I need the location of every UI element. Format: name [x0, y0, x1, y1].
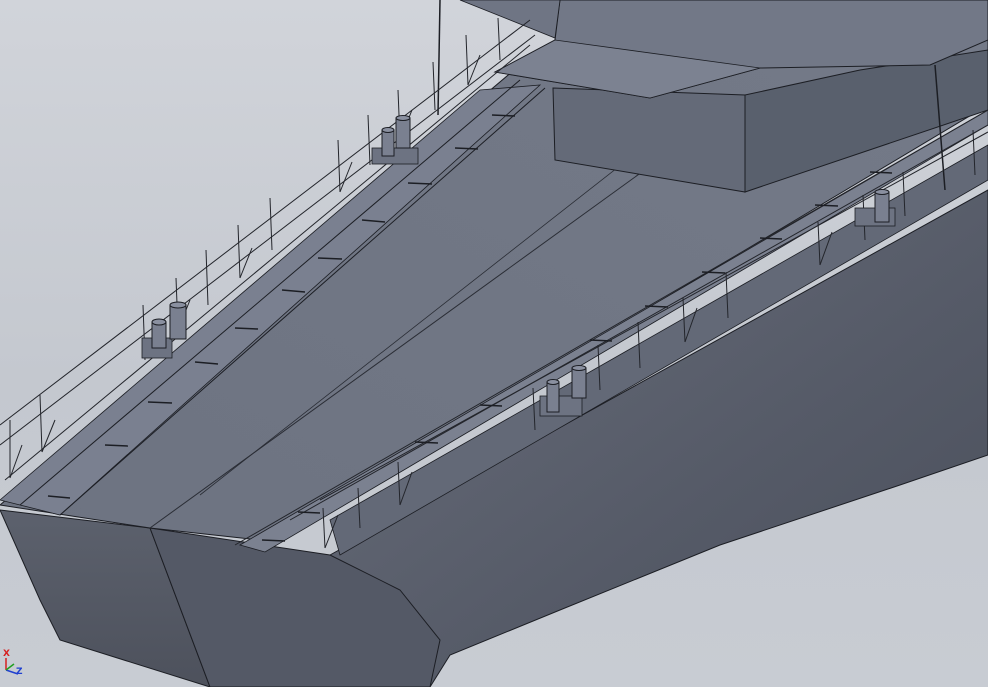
view-orientation-triad[interactable]: X Z: [2, 650, 32, 684]
triad-z-label: Z: [16, 667, 23, 677]
cad-viewport[interactable]: X Z: [0, 0, 988, 687]
triad-x-label: X: [3, 649, 10, 659]
ship-model-3d: [0, 0, 988, 687]
